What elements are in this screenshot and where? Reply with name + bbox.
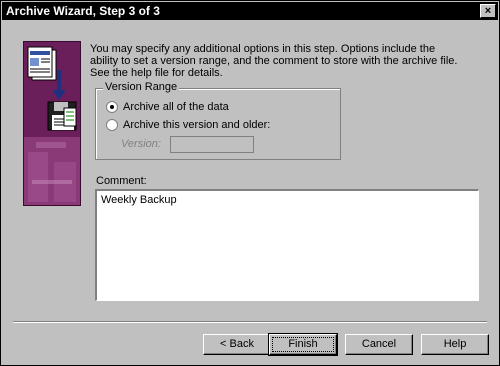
radio-archive-version-older-label: Archive this version and older:	[123, 119, 271, 131]
back-button[interactable]: < Back	[203, 334, 271, 355]
finish-button-label: Finish	[272, 337, 334, 352]
version-range-label: Version Range	[103, 81, 180, 93]
radio-archive-all-label: Archive all of the data	[123, 101, 229, 113]
radio-archive-version-older-control[interactable]	[106, 119, 118, 131]
finish-button[interactable]: Finish	[268, 333, 338, 356]
close-icon: ×	[484, 5, 492, 17]
radio-archive-all-control[interactable]	[106, 101, 118, 113]
version-range-group: Version Range Archive all of the data Ar…	[95, 81, 341, 160]
radio-archive-version-older[interactable]: Archive this version and older:	[106, 119, 270, 131]
close-button[interactable]: ×	[480, 4, 496, 18]
comment-textarea[interactable]: Weekly Backup	[95, 189, 479, 301]
title-bar[interactable]: Archive Wizard, Step 3 of 3 ×	[2, 2, 498, 20]
cancel-button[interactable]: Cancel	[345, 334, 413, 355]
version-input[interactable]	[170, 136, 254, 153]
wizard-illustration	[23, 41, 81, 206]
intro-text: You may specify any additional options i…	[90, 43, 458, 79]
separator	[13, 321, 487, 323]
comment-label: Comment:	[96, 175, 147, 187]
archive-illustration-icon	[24, 42, 80, 205]
archive-wizard-dialog: Archive Wizard, Step 3 of 3 × You may sp…	[0, 0, 500, 366]
window-title: Archive Wizard, Step 3 of 3	[6, 4, 160, 18]
radio-archive-all[interactable]: Archive all of the data	[106, 101, 229, 113]
help-button[interactable]: Help	[421, 334, 489, 355]
version-label: Version:	[121, 138, 161, 150]
